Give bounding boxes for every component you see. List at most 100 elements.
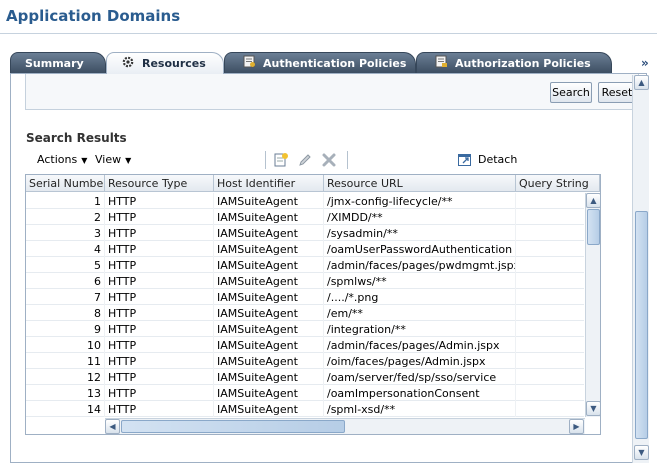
view-menu[interactable]: View ▼ xyxy=(95,153,131,166)
cell-host-identifier: IAMSuiteAgent xyxy=(214,273,324,289)
table-vertical-scrollbar[interactable]: ▲ ▼ xyxy=(585,193,600,417)
cell-resource-url: /oam/server/fed/sp/sso/service xyxy=(324,369,516,385)
cell-query-string xyxy=(516,385,584,401)
column-header-host-identifier[interactable]: Host Identifier xyxy=(214,175,324,192)
cell-serial-number: 11 xyxy=(26,353,105,369)
cell-query-string xyxy=(516,257,584,273)
table-row[interactable]: 13 HTTP IAMSuiteAgent/oamImpersonationCons… xyxy=(26,385,584,401)
table-row[interactable]: 9 HTTP IAMSuiteAgent/integration/** xyxy=(26,321,584,337)
cell-serial-number: 8 xyxy=(26,305,105,321)
cell-query-string xyxy=(516,241,584,257)
edit-icon[interactable] xyxy=(295,150,315,170)
page-vertical-scroll-thumb[interactable] xyxy=(635,211,648,439)
table-row[interactable]: 1 HTTP IAMSuiteAgent/jmx-config-lifecycle/… xyxy=(26,193,584,209)
cell-query-string xyxy=(516,289,584,305)
cell-query-string xyxy=(516,369,584,385)
results-toolbar: Actions ▼ View ▼ Detach xyxy=(25,149,601,171)
page-vertical-scrollbar[interactable]: ▲ ▼ xyxy=(632,75,649,463)
cell-host-identifier: IAMSuiteAgent xyxy=(214,305,324,321)
reset-button[interactable]: Reset xyxy=(598,82,636,103)
table-row[interactable]: 3 HTTP IAMSuiteAgent/sysadmin/** xyxy=(26,225,584,241)
cell-resource-type: HTTP xyxy=(105,209,214,225)
cell-host-identifier: IAMSuiteAgent xyxy=(214,369,324,385)
toolbar-separator xyxy=(265,151,266,169)
search-region: Search Reset xyxy=(25,74,639,110)
cell-serial-number: 1 xyxy=(26,193,105,209)
cell-query-string xyxy=(516,337,584,353)
tab-authentication-policies[interactable]: Authentication Policies xyxy=(224,52,416,73)
column-header-resource-url[interactable]: Resource URL xyxy=(324,175,516,192)
cell-resource-type: HTTP xyxy=(105,225,214,241)
cell-resource-url: /..../*.png xyxy=(324,289,516,305)
cell-resource-type: HTTP xyxy=(105,257,214,273)
scroll-down-icon[interactable]: ▼ xyxy=(586,401,600,416)
cell-host-identifier: IAMSuiteAgent xyxy=(214,353,324,369)
tab-resources-label: Resources xyxy=(142,57,206,70)
cell-serial-number: 2 xyxy=(26,209,105,225)
cell-resource-type: HTTP xyxy=(105,385,214,401)
cell-resource-type: HTTP xyxy=(105,193,214,209)
column-header-resource-type[interactable]: Resource Type xyxy=(105,175,214,192)
results-table: Serial Number Resource Type Host Identif… xyxy=(25,174,601,435)
cell-serial-number: 14 xyxy=(26,401,105,417)
tab-authorization-policies[interactable]: Authorization Policies xyxy=(416,52,612,73)
cell-serial-number: 12 xyxy=(26,369,105,385)
table-horizontal-scrollbar[interactable]: ◀ ▶ xyxy=(105,418,585,434)
detach-icon[interactable] xyxy=(455,150,475,170)
cell-resource-type: HTTP xyxy=(105,401,214,417)
tab-resources[interactable]: Resources xyxy=(106,52,224,74)
delete-icon[interactable] xyxy=(319,150,339,170)
column-header-query-string[interactable]: Query String xyxy=(516,175,600,192)
scroll-up-icon[interactable]: ▲ xyxy=(586,193,600,208)
actions-menu-label: Actions xyxy=(37,153,78,166)
table-vertical-scroll-thumb[interactable] xyxy=(587,209,600,245)
cell-resource-url: /integration/** xyxy=(324,321,516,337)
detach-button-label[interactable]: Detach xyxy=(478,153,517,166)
cell-host-identifier: IAMSuiteAgent xyxy=(214,209,324,225)
title-divider xyxy=(0,33,657,34)
cell-resource-type: HTTP xyxy=(105,241,214,257)
cell-resource-type: HTTP xyxy=(105,353,214,369)
table-row[interactable]: 10 HTTP IAMSuiteAgent/admin/faces/pages/Ad… xyxy=(26,337,584,353)
table-row[interactable]: 7 HTTP IAMSuiteAgent/..../*.png xyxy=(26,289,584,305)
table-row[interactable]: 2 HTTP IAMSuiteAgent/XIMDD/** xyxy=(26,209,584,225)
cell-host-identifier: IAMSuiteAgent xyxy=(214,321,324,337)
cell-query-string xyxy=(516,225,584,241)
table-row[interactable]: 8 HTTP IAMSuiteAgent/em/** xyxy=(26,305,584,321)
create-icon[interactable] xyxy=(271,150,291,170)
caret-down-icon: ▼ xyxy=(125,156,132,165)
scroll-right-icon[interactable]: ▶ xyxy=(569,419,584,434)
table-row[interactable]: 14 HTTP IAMSuiteAgent/spml-xsd/** xyxy=(26,401,584,417)
cell-resource-url: /admin/faces/pages/pwdmgmt.jspx xyxy=(324,257,516,273)
cell-serial-number: 7 xyxy=(26,289,105,305)
tab-overflow-icon[interactable]: » xyxy=(641,56,649,70)
page-title: Application Domains xyxy=(6,7,181,25)
table-horizontal-scroll-thumb[interactable] xyxy=(121,420,345,433)
table-row[interactable]: 11 HTTP IAMSuiteAgent/oim/faces/pages/Admi… xyxy=(26,353,584,369)
table-header: Serial Number Resource Type Host Identif… xyxy=(26,175,600,192)
view-menu-label: View xyxy=(95,153,122,166)
table-row[interactable]: 4 HTTP IAMSuiteAgent/oamUserPasswordAuthen… xyxy=(26,241,584,257)
scroll-left-icon[interactable]: ◀ xyxy=(105,419,120,434)
table-row[interactable]: 5 HTTP IAMSuiteAgent/admin/faces/pages/pwd… xyxy=(26,257,584,273)
table-row[interactable]: 12 HTTP IAMSuiteAgent/oam/server/fed/sp/ss… xyxy=(26,369,584,385)
cell-serial-number: 6 xyxy=(26,273,105,289)
tab-authentication-policies-label: Authentication Policies xyxy=(263,56,407,70)
cell-resource-type: HTTP xyxy=(105,305,214,321)
cell-serial-number: 13 xyxy=(26,385,105,401)
actions-menu[interactable]: Actions ▼ xyxy=(37,153,87,166)
tab-summary[interactable]: Summary xyxy=(10,52,106,73)
scroll-up-icon[interactable]: ▲ xyxy=(634,75,649,90)
authorization-policy-icon xyxy=(435,55,448,71)
cell-host-identifier: IAMSuiteAgent xyxy=(214,257,324,273)
table-row[interactable]: 6 HTTP IAMSuiteAgent/spmlws/** xyxy=(26,273,584,289)
cell-resource-url: /spmlws/** xyxy=(324,273,516,289)
search-button[interactable]: Search xyxy=(550,82,592,103)
cell-resource-type: HTTP xyxy=(105,289,214,305)
cell-host-identifier: IAMSuiteAgent xyxy=(214,401,324,417)
column-header-serial-number[interactable]: Serial Number xyxy=(26,175,105,192)
cell-resource-url: /sysadmin/** xyxy=(324,225,516,241)
gear-icon xyxy=(121,55,135,72)
scroll-down-icon[interactable]: ▼ xyxy=(634,445,649,460)
search-results-title: Search Results xyxy=(26,131,127,145)
